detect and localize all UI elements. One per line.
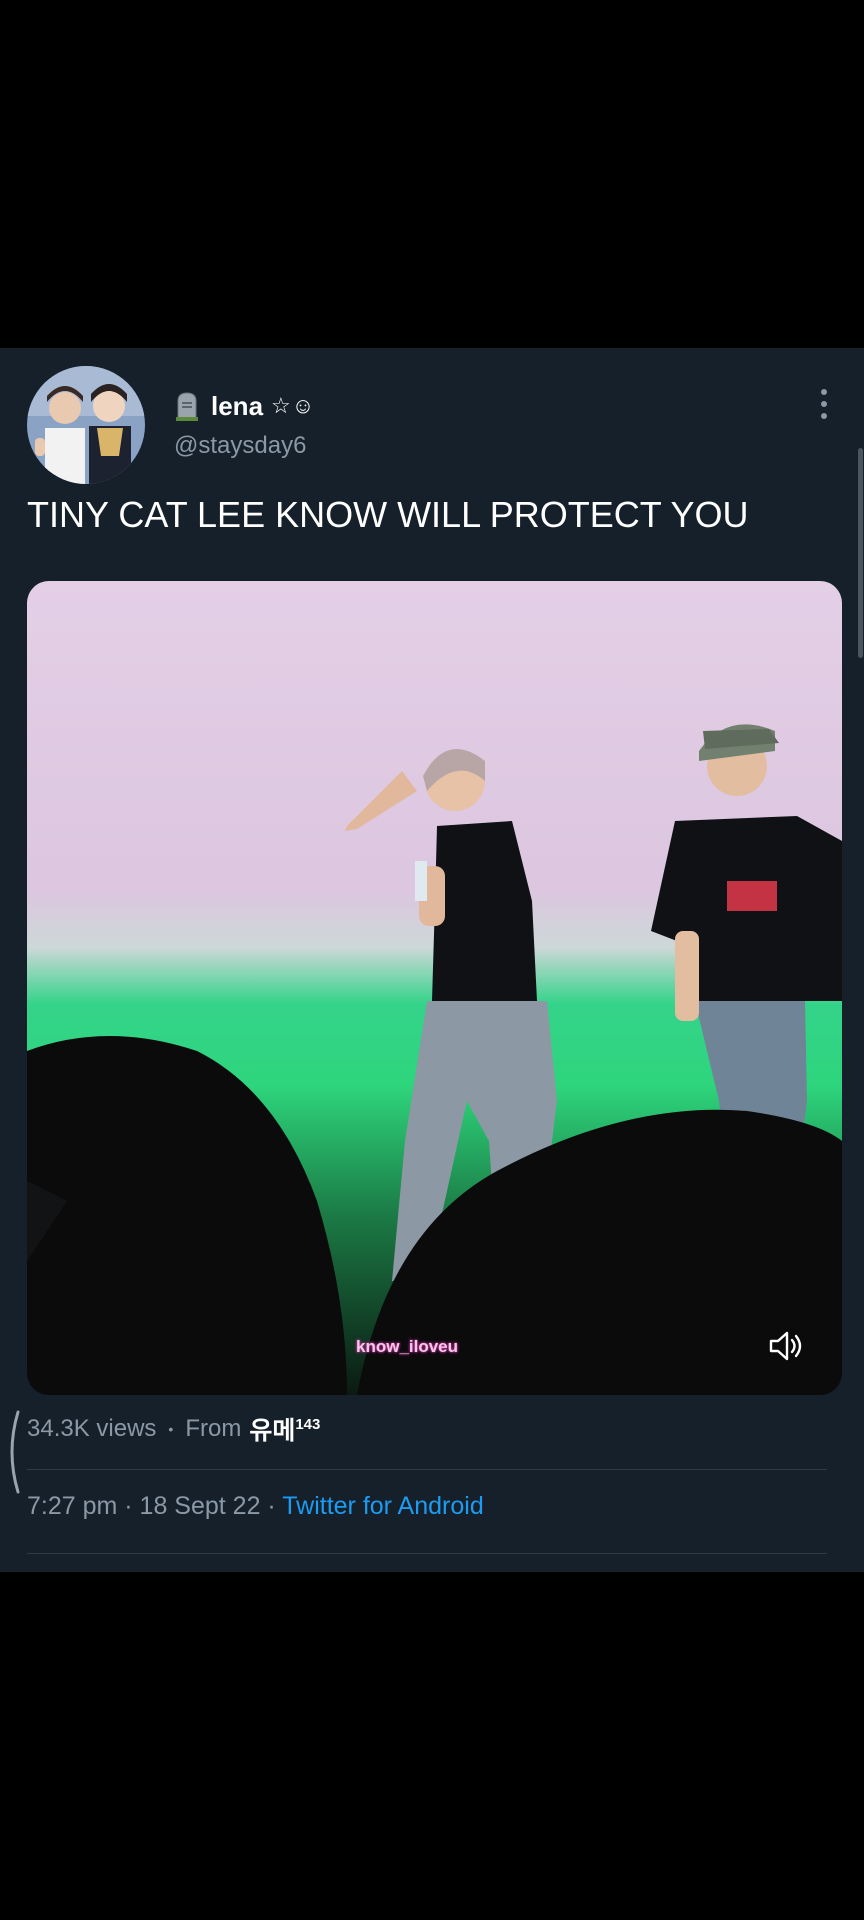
tweet-timestamp: 7:27 pm · 18 Sept 22 · [27,1492,283,1520]
author-name-row[interactable]: lena ☆☺ [175,390,315,422]
author-handle[interactable]: @staysday6 [174,432,306,460]
avatar[interactable] [27,366,145,484]
meta-separator: • [168,1421,174,1437]
tweet-timestamp-row: 7:27 pm · 18 Sept 22 · Twitter for Andro… [27,1492,484,1521]
author-name-emoji: ☆☺ [271,393,316,418]
from-account[interactable]: 유메143 [249,1411,320,1447]
video-watermark: know_iloveu [356,1337,459,1356]
from-label: From [185,1415,242,1442]
left-edge-arc [10,1410,20,1494]
divider [27,1553,827,1554]
author-name: lena [211,390,264,421]
view-count: 34.3K views [27,1415,157,1442]
more-options-icon[interactable] [812,386,836,422]
tweet-text: TINY CAT LEE KNOW WILL PROTECT YOU [27,494,749,535]
volume-icon[interactable] [767,1329,807,1363]
tweet-meta-row: 34.3K views • From 유메143 [27,1411,320,1447]
tweet-client-link[interactable]: Twitter for Android [282,1492,483,1520]
headstone-icon [176,392,198,421]
tweet-video[interactable]: know_iloveu [27,581,842,1395]
scrollbar[interactable] [858,448,863,658]
divider [27,1469,827,1470]
tweet-card: lena ☆☺ @staysday6 TINY CAT LEE KNOW WIL… [0,348,864,1572]
